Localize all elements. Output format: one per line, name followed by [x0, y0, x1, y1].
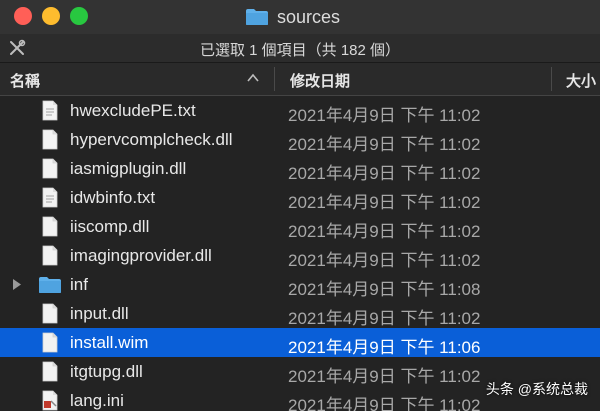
file-name: hwexcludePE.txt — [70, 101, 196, 120]
file-modified-date: 2021年4月9日 下午 11:02 — [288, 106, 481, 125]
document-icon — [42, 361, 58, 382]
file-modified-date: 2021年4月9日 下午 11:02 — [288, 222, 481, 241]
column-header-date[interactable]: 修改日期 — [290, 70, 350, 91]
window-title: sources — [277, 6, 341, 27]
file-row[interactable]: inf 2021年4月9日 下午 11:08 — [0, 270, 600, 299]
document-icon — [42, 303, 58, 324]
file-modified-date: 2021年4月9日 下午 11:06 — [288, 338, 481, 357]
column-header-name[interactable]: 名稱 — [10, 70, 40, 91]
file-modified-date: 2021年4月9日 下午 11:02 — [288, 396, 481, 411]
file-row[interactable]: iiscomp.dll 2021年4月9日 下午 11:02 — [0, 212, 600, 241]
file-row[interactable]: hypervcomplcheck.dll 2021年4月9日 下午 11:02 — [0, 125, 600, 154]
folder-icon — [39, 277, 61, 293]
file-modified-date: 2021年4月9日 下午 11:02 — [288, 367, 481, 386]
sort-ascending-icon — [247, 73, 259, 82]
minimize-button[interactable] — [42, 7, 60, 25]
status-bar: 已選取 1 個項目（共 182 個） — [0, 34, 600, 63]
file-modified-date: 2021年4月9日 下午 11:02 — [288, 135, 481, 154]
file-name: iiscomp.dll — [70, 217, 150, 236]
file-modified-date: 2021年4月9日 下午 11:02 — [288, 309, 481, 328]
folder-icon — [246, 9, 268, 25]
file-list: hwexcludePE.txt 2021年4月9日 下午 11:02 hypervc… — [0, 96, 600, 411]
file-name: idwbinfo.txt — [70, 188, 156, 207]
finder-window: sources 已選取 1 個項目（共 182 個） 名稱 修改日期 大小 hw… — [0, 0, 600, 411]
file-name: lang.ini — [70, 391, 124, 410]
zoom-button[interactable] — [70, 7, 88, 25]
file-row[interactable]: iasmigplugin.dll 2021年4月9日 下午 11:02 — [0, 154, 600, 183]
text-document-icon — [42, 100, 58, 121]
file-row[interactable]: idwbinfo.txt 2021年4月9日 下午 11:02 — [0, 183, 600, 212]
column-header: 名稱 修改日期 大小 — [0, 63, 600, 96]
window-title-group: sources — [245, 5, 340, 29]
document-icon — [42, 332, 58, 353]
file-name: install.wim — [70, 333, 149, 352]
file-row[interactable]: imagingprovider.dll 2021年4月9日 下午 11:02 — [0, 241, 600, 270]
title-bar[interactable]: sources — [0, 0, 600, 34]
file-row[interactable]: hwexcludePE.txt 2021年4月9日 下午 11:02 — [0, 96, 600, 125]
file-modified-date: 2021年4月9日 下午 11:02 — [288, 251, 481, 270]
text-document-icon — [42, 187, 58, 208]
document-icon — [42, 158, 58, 179]
watermark: 头条 @系统总裁 — [485, 381, 588, 397]
settings-document-icon — [42, 390, 58, 411]
file-modified-date: 2021年4月9日 下午 11:02 — [288, 193, 481, 212]
file-name: inf — [70, 275, 88, 294]
file-row[interactable]: input.dll 2021年4月9日 下午 11:02 — [0, 299, 600, 328]
document-icon — [42, 129, 58, 150]
selection-status: 已選取 1 個項目（共 182 個） — [199, 42, 401, 59]
file-modified-date: 2021年4月9日 下午 11:02 — [288, 164, 481, 183]
file-name: iasmigplugin.dll — [70, 159, 187, 178]
file-name: input.dll — [70, 304, 129, 323]
file-name: hypervcomplcheck.dll — [70, 130, 233, 149]
disclosure-triangle-icon[interactable] — [12, 279, 22, 290]
file-name: itgtupg.dll — [70, 362, 143, 381]
file-row[interactable]: install.wim 2021年4月9日 下午 11:06 — [0, 328, 600, 357]
column-divider[interactable] — [551, 67, 552, 91]
close-button[interactable] — [14, 7, 32, 25]
file-name: imagingprovider.dll — [70, 246, 212, 265]
column-header-size[interactable]: 大小 — [566, 70, 596, 91]
file-modified-date: 2021年4月9日 下午 11:08 — [288, 280, 481, 299]
document-icon — [42, 216, 58, 237]
document-icon — [42, 245, 58, 266]
column-divider[interactable] — [274, 67, 275, 91]
